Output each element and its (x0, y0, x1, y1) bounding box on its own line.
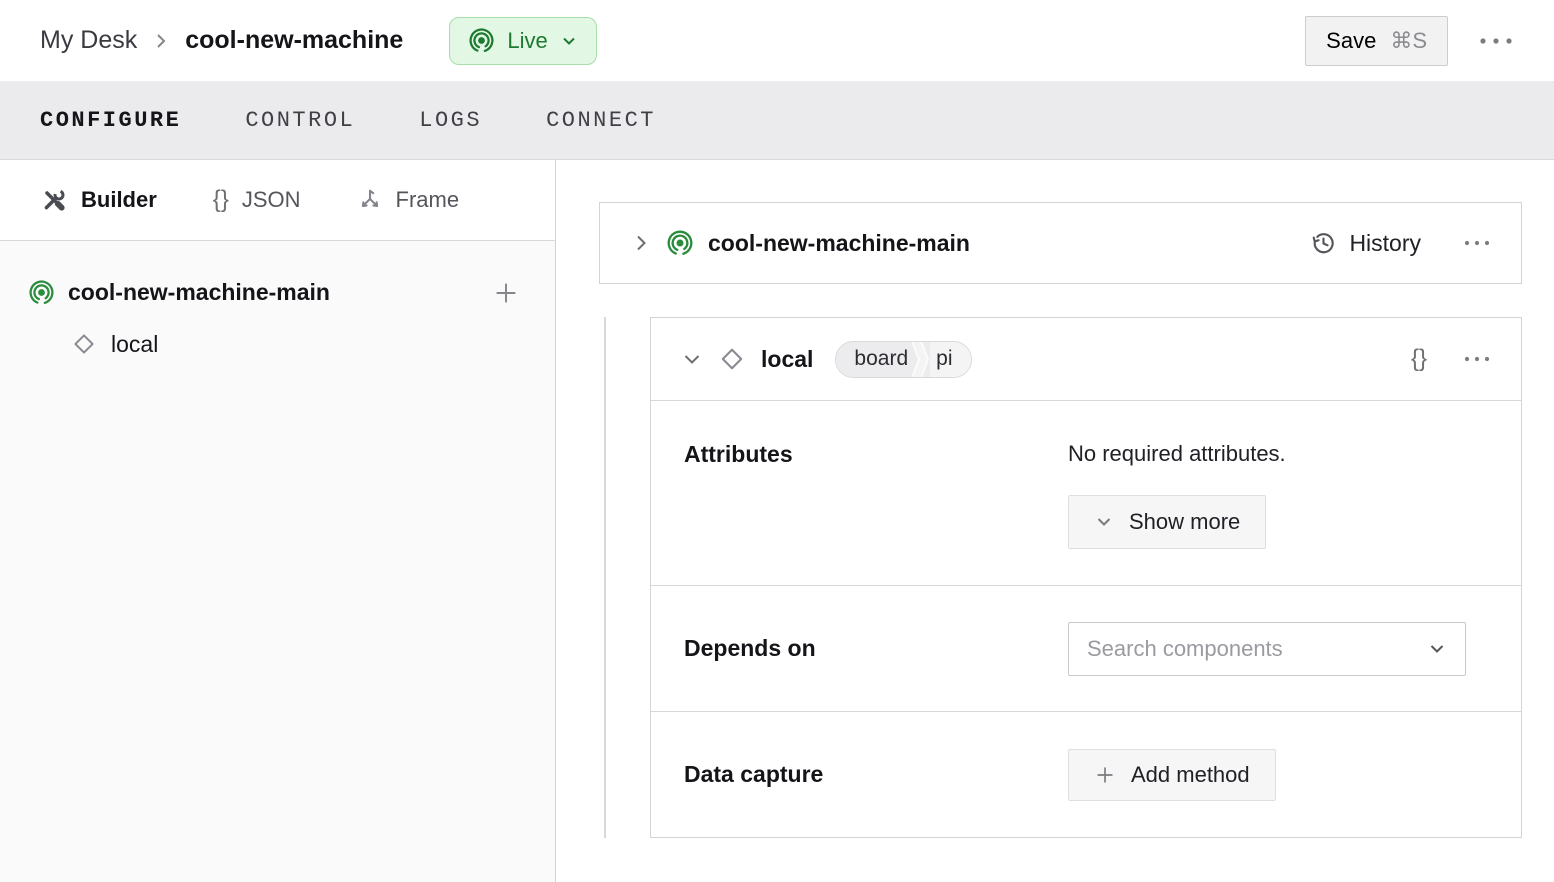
save-button[interactable]: Save ⌘S (1305, 16, 1448, 66)
component-card-header: local board pi {} (651, 318, 1521, 400)
tab-control[interactable]: CONTROL (245, 108, 355, 133)
depends-on-section: Depends on Search components (651, 585, 1521, 711)
topbar-overflow-menu-icon[interactable] (1478, 36, 1514, 46)
tree-item-machine-label: cool-new-machine-main (68, 279, 330, 306)
tree-item-machine-main[interactable]: cool-new-machine-main (28, 279, 519, 306)
data-capture-heading: Data capture (684, 761, 1068, 788)
diamond-icon (717, 344, 747, 374)
component-tree: cool-new-machine-main local (0, 241, 555, 358)
view-tab-json-label: JSON (242, 187, 301, 213)
attributes-empty-text: No required attributes. (1068, 441, 1286, 467)
machine-part-icon (28, 279, 55, 306)
data-capture-section: Data capture Add method (651, 711, 1521, 837)
live-status-dropdown[interactable]: Live (449, 17, 596, 65)
breadcrumb-separator-icon (153, 30, 169, 52)
history-icon (1310, 230, 1337, 257)
save-button-label: Save (1326, 28, 1376, 54)
show-more-label: Show more (1129, 509, 1240, 535)
tree-indent-guide (604, 317, 606, 838)
view-tab-frame[interactable]: Frame (357, 187, 460, 213)
component-type-model-pill: board pi (835, 341, 971, 378)
depends-on-placeholder: Search components (1087, 636, 1283, 662)
component-type: board (836, 342, 912, 377)
add-component-icon[interactable] (493, 280, 519, 306)
machine-card-overflow-menu-icon[interactable] (1463, 239, 1491, 247)
view-tab-builder-label: Builder (81, 187, 157, 213)
show-more-button[interactable]: Show more (1068, 495, 1266, 549)
tree-item-local-label: local (111, 331, 158, 358)
tab-connect[interactable]: CONNECT (546, 108, 656, 133)
breadcrumb: My Desk cool-new-machine (40, 26, 403, 55)
machine-part-icon (666, 229, 694, 257)
add-method-button[interactable]: Add method (1068, 749, 1276, 801)
machine-part-title: cool-new-machine-main (708, 230, 970, 257)
add-method-label: Add method (1131, 762, 1250, 788)
machine-part-card: cool-new-machine-main History (599, 202, 1522, 284)
tab-configure[interactable]: CONFIGURE (40, 108, 181, 133)
attributes-section: Attributes No required attributes. Show … (651, 400, 1521, 585)
expand-machine-card-icon[interactable] (630, 232, 652, 254)
component-card-local: local board pi {} (650, 317, 1522, 838)
save-shortcut: ⌘S (1390, 28, 1427, 54)
plus-icon (1094, 764, 1116, 786)
chevron-down-icon (1427, 639, 1447, 659)
live-status-label: Live (507, 28, 547, 54)
component-card-wrapper: local board pi {} (599, 317, 1522, 838)
component-model: pi (930, 342, 970, 377)
history-button-label: History (1349, 230, 1421, 257)
tab-logs[interactable]: LOGS (419, 108, 482, 133)
tools-icon (40, 186, 68, 214)
diamond-icon (70, 330, 98, 358)
component-title: local (761, 346, 813, 373)
component-overflow-menu-icon[interactable] (1463, 355, 1491, 363)
braces-icon: {} (213, 186, 229, 214)
sidebar-view-tabs: Builder {} JSON Frame (0, 160, 555, 241)
chevron-down-icon (1094, 512, 1114, 532)
config-main-panel: cool-new-machine-main History (556, 160, 1554, 882)
axes-icon (357, 187, 383, 213)
pill-divider-icon (912, 342, 930, 377)
breadcrumb-parent[interactable]: My Desk (40, 26, 137, 55)
primary-tab-bar: CONFIGURE CONTROL LOGS CONNECT (0, 81, 1554, 160)
view-tab-builder[interactable]: Builder (40, 186, 157, 214)
view-tab-json[interactable]: {} JSON (213, 186, 301, 214)
depends-on-heading: Depends on (684, 635, 1068, 662)
view-tab-frame-label: Frame (396, 187, 460, 213)
config-sidebar: Builder {} JSON Frame (0, 160, 556, 882)
component-json-icon[interactable]: {} (1411, 345, 1427, 373)
attributes-heading: Attributes (684, 441, 1068, 549)
depends-on-select[interactable]: Search components (1068, 622, 1466, 676)
breadcrumb-current: cool-new-machine (185, 26, 403, 55)
chevron-down-icon (560, 32, 578, 50)
top-bar: My Desk cool-new-machine Live Save ⌘S (0, 0, 1554, 81)
machine-live-icon (468, 27, 495, 54)
collapse-component-card-icon[interactable] (681, 348, 703, 370)
history-button[interactable]: History (1310, 230, 1421, 257)
tree-item-local[interactable]: local (70, 330, 519, 358)
